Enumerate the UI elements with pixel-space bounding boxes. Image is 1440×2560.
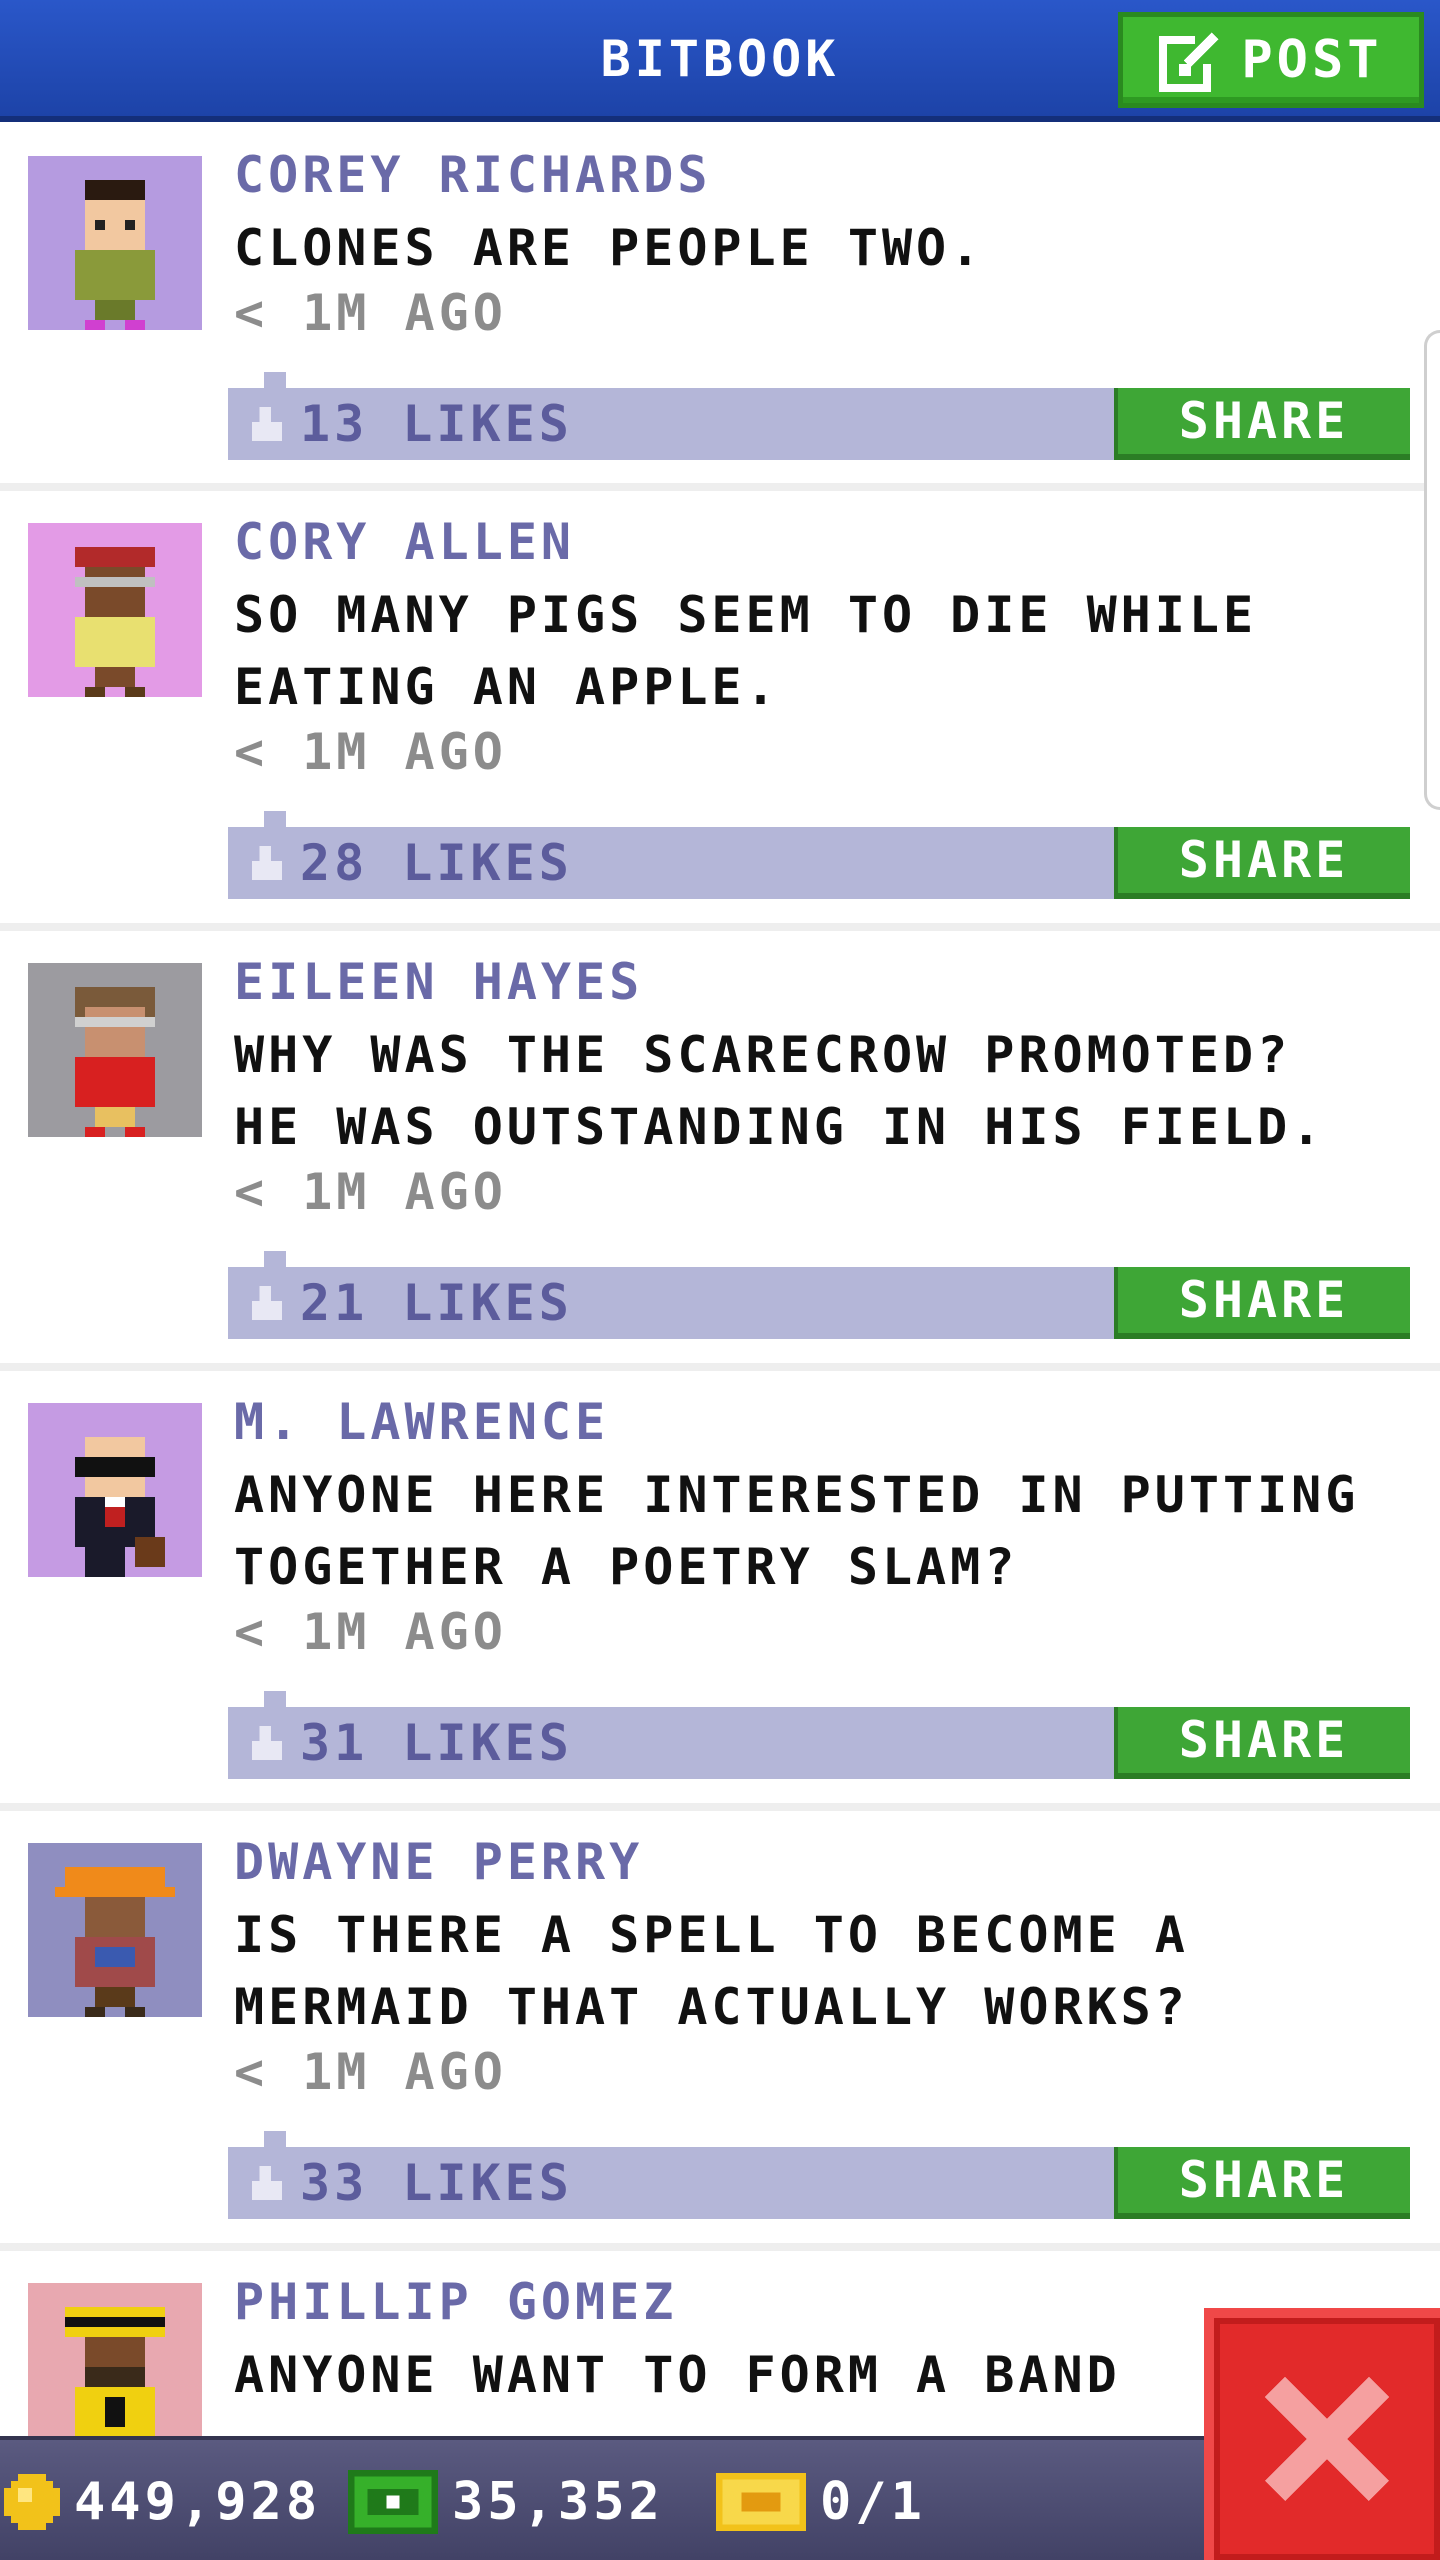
avatar[interactable]	[28, 1843, 202, 2017]
thumbs-up-icon	[251, 2166, 283, 2200]
scroll-handle[interactable]	[1424, 330, 1440, 810]
app-header: BITBOOK POST	[0, 0, 1440, 122]
post-message: IS THERE A SPELL TO BECOME A MERMAID THA…	[234, 1906, 1189, 2036]
avatar[interactable]	[28, 2283, 202, 2457]
post-author[interactable]: EILEEN HAYES	[234, 953, 643, 1011]
avatar[interactable]	[28, 156, 202, 330]
bux-stat: 35,352	[348, 2440, 664, 2560]
likes-bar: 13 LIKES SHARE	[228, 372, 1410, 460]
post-time: < 1M AGO	[234, 2043, 507, 2101]
share-button[interactable]: SHARE	[1114, 827, 1410, 899]
post-time: < 1M AGO	[234, 1163, 507, 1221]
feed-post: CORY ALLEN SO MANY PIGS SEEM TO DIE WHIL…	[0, 491, 1440, 931]
thumbs-up-icon	[251, 1286, 283, 1320]
likes-count: 13 LIKES	[300, 395, 573, 453]
thumbs-up-icon	[251, 407, 283, 441]
post-message: SO MANY PIGS SEEM TO DIE WHILE EATING AN…	[234, 586, 1258, 716]
post-button[interactable]: POST	[1118, 12, 1424, 108]
thumbs-up-icon	[251, 1726, 283, 1760]
close-button[interactable]	[1204, 2308, 1440, 2560]
feed-post: EILEEN HAYES WHY WAS THE SCARECROW PROMO…	[0, 931, 1440, 1371]
avatar[interactable]	[28, 523, 202, 697]
likes-count: 31 LIKES	[300, 1714, 573, 1772]
post-message: ANYONE HERE INTERESTED IN PUTTING TOGETH…	[234, 1466, 1360, 1596]
coins-stat: 449,928	[4, 2440, 321, 2560]
likes-bar: 21 LIKES SHARE	[228, 1251, 1410, 1339]
bux-icon	[348, 2470, 438, 2534]
bux-value: 35,352	[452, 2472, 664, 2532]
post-author[interactable]: COREY RICHARDS	[234, 146, 711, 204]
tickets-stat: 0/1	[716, 2440, 926, 2560]
likes-bar: 31 LIKES SHARE	[228, 1691, 1410, 1779]
post-time: < 1M AGO	[234, 284, 507, 342]
post-author[interactable]: M. LAWRENCE	[234, 1393, 609, 1451]
tickets-value: 0/1	[820, 2472, 926, 2532]
post-time: < 1M AGO	[234, 723, 507, 781]
share-button[interactable]: SHARE	[1114, 1707, 1410, 1779]
likes-count: 33 LIKES	[300, 2154, 573, 2212]
post-message: CLONES ARE PEOPLE TWO.	[234, 219, 985, 277]
feed-post: DWAYNE PERRY IS THERE A SPELL TO BECOME …	[0, 1811, 1440, 2251]
avatar[interactable]	[28, 1403, 202, 1577]
post-author[interactable]: PHILLIP GOMEZ	[234, 2273, 677, 2331]
post-message: WHY WAS THE SCARECROW PROMOTED? HE WAS O…	[234, 1026, 1326, 1156]
post-feed[interactable]: COREY RICHARDS CLONES ARE PEOPLE TWO. < …	[0, 124, 1440, 2551]
likes-bar: 33 LIKES SHARE	[228, 2131, 1410, 2219]
likes-count: 21 LIKES	[300, 1274, 573, 1332]
edit-icon	[1159, 32, 1224, 92]
post-button-label: POST	[1241, 30, 1383, 90]
thumbs-up-icon	[251, 846, 283, 880]
likes-bar: 28 LIKES SHARE	[228, 811, 1410, 899]
share-button[interactable]: SHARE	[1114, 2147, 1410, 2219]
ticket-icon	[716, 2473, 806, 2531]
share-button[interactable]: SHARE	[1114, 388, 1410, 460]
coin-icon	[4, 2474, 60, 2530]
post-author[interactable]: CORY ALLEN	[234, 513, 575, 571]
post-author[interactable]: DWAYNE PERRY	[234, 1833, 643, 1891]
likes-count: 28 LIKES	[300, 834, 573, 892]
avatar[interactable]	[28, 963, 202, 1137]
post-time: < 1M AGO	[234, 1603, 507, 1661]
share-button[interactable]: SHARE	[1114, 1267, 1410, 1339]
feed-post: M. LAWRENCE ANYONE HERE INTERESTED IN PU…	[0, 1371, 1440, 1811]
feed-post: COREY RICHARDS CLONES ARE PEOPLE TWO. < …	[0, 124, 1440, 491]
coins-value: 449,928	[74, 2472, 322, 2532]
close-icon	[1264, 2376, 1390, 2502]
